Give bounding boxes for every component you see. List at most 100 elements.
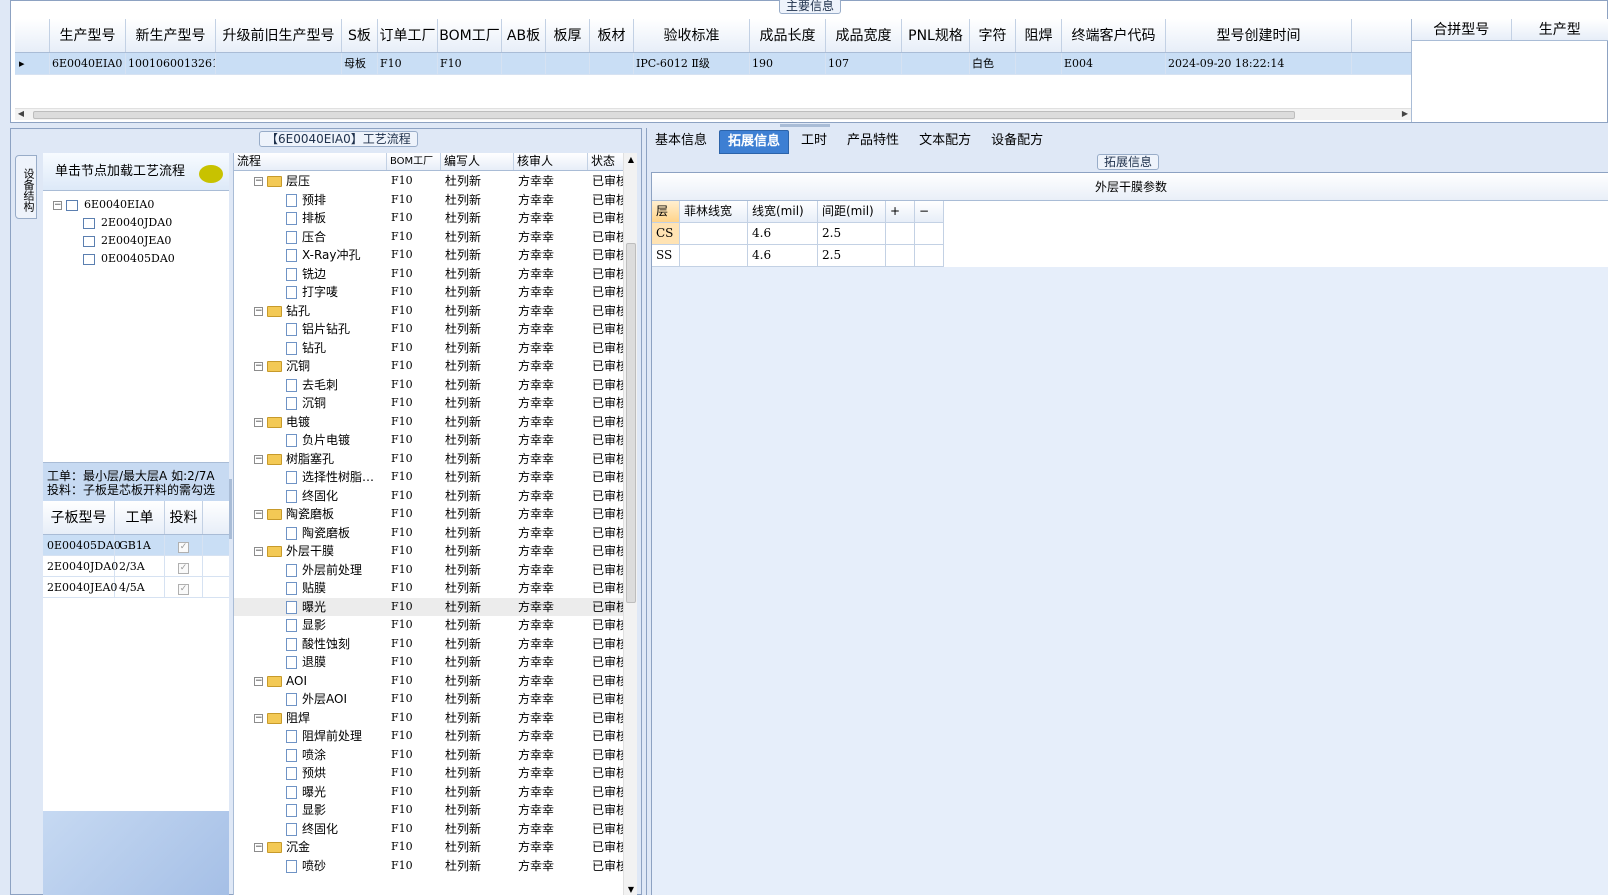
flow-step-cell[interactable]: 喷涂 (234, 746, 387, 765)
table-row[interactable]: − 树脂塞孔 F10 杜列新 方幸幸 已审核 (234, 450, 624, 469)
column-header[interactable]: 板材 (590, 19, 634, 52)
table-row[interactable]: − AOI F10 杜列新 方幸幸 已审核 (234, 672, 624, 691)
table-row[interactable]: 喷涂 F10 杜列新 方幸幸 已审核 (234, 746, 624, 765)
column-header[interactable]: 工单 (115, 501, 165, 534)
spacing-cell[interactable]: 2.5 (818, 245, 886, 267)
table-row[interactable]: CS 4.6 2.5 (652, 223, 944, 245)
table-row[interactable]: 阻焊前处理 F10 杜列新 方幸幸 已审核 (234, 727, 624, 746)
table-row[interactable]: 外层AOI F10 杜列新 方幸幸 已审核 (234, 690, 624, 709)
flow-step-cell[interactable]: − 电镀 (234, 413, 387, 432)
main-grid-cell[interactable]: 190 (750, 53, 826, 74)
column-header[interactable]: 合拼型号 (1412, 19, 1512, 40)
column-header[interactable]: 生产型 (1512, 19, 1608, 40)
table-row[interactable]: 终固化 F10 杜列新 方幸幸 已审核 (234, 487, 624, 506)
flow-step-cell[interactable]: − 沉铜 (234, 357, 387, 376)
column-header[interactable]: 状态 (588, 153, 624, 170)
flow-step-cell[interactable]: 阻焊前处理 (234, 727, 387, 746)
main-grid-cell[interactable]: 白色 (970, 53, 1016, 74)
table-row[interactable]: 曝光 F10 杜列新 方幸幸 已审核 (234, 597, 624, 616)
scroll-left-icon[interactable]: ◀ (15, 108, 27, 120)
collapse-icon[interactable]: − (254, 547, 263, 556)
table-row[interactable]: 钻孔 F10 杜列新 方幸幸 已审核 (234, 339, 624, 358)
tab-text-recipe[interactable]: 文本配方 (911, 130, 979, 154)
flow-step-cell[interactable]: 外层前处理 (234, 561, 387, 580)
flow-step-cell[interactable]: X-Ray冲孔 (234, 246, 387, 265)
scrollbar-thumb[interactable] (33, 111, 1295, 119)
main-grid-cell[interactable]: F10 (378, 53, 438, 74)
main-grid-cell[interactable] (902, 53, 970, 74)
table-row[interactable]: 终固化 F10 杜列新 方幸幸 已审核 (234, 820, 624, 839)
feed-checkbox[interactable]: ✓ (178, 563, 189, 574)
table-row[interactable]: − 外层干膜 F10 杜列新 方幸幸 已审核 (234, 542, 624, 561)
remove-cell[interactable] (915, 223, 944, 245)
flow-step-cell[interactable]: 铝片钻孔 (234, 320, 387, 339)
main-grid-cell[interactable] (546, 53, 590, 74)
feed-cell[interactable]: ✓ (165, 577, 203, 597)
flow-step-cell[interactable]: 沉铜 (234, 394, 387, 413)
tree-child-node[interactable]: 2E0040JDA0 (83, 215, 172, 231)
tree-root-node[interactable]: − 6E0040EIA0 (53, 197, 154, 213)
table-row[interactable]: X-Ray冲孔 F10 杜列新 方幸幸 已审核 (234, 246, 624, 265)
table-row[interactable]: 酸性蚀刻 F10 杜列新 方幸幸 已审核 (234, 635, 624, 654)
main-grid-cell[interactable] (502, 53, 546, 74)
film-width-cell[interactable] (680, 223, 748, 245)
flow-step-cell[interactable]: 酸性蚀刻 (234, 635, 387, 654)
flow-step-cell[interactable]: 钻孔 (234, 339, 387, 358)
line-width-cell[interactable]: 4.6 (748, 245, 818, 267)
collapse-icon[interactable]: − (254, 510, 263, 519)
flow-step-cell[interactable]: 排板 (234, 209, 387, 228)
collapse-icon[interactable]: − (254, 454, 263, 464)
table-row[interactable]: 陶瓷磨板 F10 杜列新 方幸幸 已审核 (234, 524, 624, 543)
column-header[interactable]: 菲林线宽 (680, 201, 748, 223)
collapse-icon[interactable]: − (254, 417, 263, 427)
tree-child-node[interactable]: 2E0040JEA0 (83, 233, 171, 249)
column-header[interactable]: 成品长度 (750, 19, 826, 52)
tab-work-hours[interactable]: 工时 (793, 130, 835, 154)
scrollbar-thumb[interactable] (626, 243, 636, 603)
table-row[interactable]: ▸ 6E0040EIA010010600132619母板F10F10IPC-60… (15, 53, 1411, 75)
checkbox[interactable] (83, 217, 95, 229)
remove-cell[interactable] (915, 245, 944, 267)
column-header[interactable]: 成品宽度 (826, 19, 902, 52)
main-grid-cell[interactable]: 6E0040EIA0 (50, 53, 126, 74)
child-order-cell[interactable]: 2/3A (115, 556, 165, 576)
flow-step-cell[interactable]: 陶瓷磨板 (234, 524, 387, 543)
table-row[interactable]: 显影 F10 杜列新 方幸幸 已审核 (234, 616, 624, 635)
column-header[interactable]: 线宽(mil) (748, 201, 818, 223)
flow-step-cell[interactable]: − 钻孔 (234, 302, 387, 321)
table-row[interactable]: 去毛刺 F10 杜列新 方幸幸 已审核 (234, 376, 624, 395)
column-header[interactable]: 层 (652, 201, 680, 223)
flow-step-cell[interactable]: 选择性树脂… (234, 468, 387, 487)
checkbox[interactable] (83, 253, 95, 265)
main-grid-cell[interactable]: 2024-09-20 18:22:14 (1166, 53, 1352, 74)
main-grid-cell[interactable]: E004 (1062, 53, 1166, 74)
child-order-cell[interactable]: 4/5A (115, 577, 165, 597)
table-row[interactable]: 铣边 F10 杜列新 方幸幸 已审核 (234, 265, 624, 284)
checkbox[interactable] (66, 199, 78, 211)
column-header[interactable]: 升级前旧生产型号 (216, 19, 342, 52)
table-row[interactable]: 压合 F10 杜列新 方幸幸 已审核 (234, 228, 624, 247)
spacing-cell[interactable]: 2.5 (818, 223, 886, 245)
column-header[interactable]: 订单工厂 (378, 19, 438, 52)
collapse-icon[interactable]: − (254, 306, 263, 316)
checkbox[interactable] (83, 235, 95, 247)
column-header[interactable]: 阻焊 (1016, 19, 1062, 52)
main-grid-cell[interactable] (1016, 53, 1062, 74)
column-header[interactable]: 生产型号 (50, 19, 126, 52)
feed-cell[interactable]: ✓ (165, 556, 203, 576)
flow-step-cell[interactable]: 曝光 (234, 783, 387, 802)
flow-step-cell[interactable]: − AOI (234, 672, 387, 691)
tab-product-features[interactable]: 产品特性 (839, 130, 907, 154)
column-header[interactable]: 字符 (970, 19, 1016, 52)
feed-checkbox[interactable]: ✓ (178, 584, 189, 595)
main-grid-cell[interactable]: 107 (826, 53, 902, 74)
table-row[interactable]: 显影 F10 杜列新 方幸幸 已审核 (234, 801, 624, 820)
column-header[interactable]: 板厚 (546, 19, 590, 52)
main-grid-cell[interactable]: 母板 (342, 53, 378, 74)
main-grid-cell[interactable]: IPC-6012 Ⅱ级 (634, 53, 750, 74)
horizontal-splitter-grip[interactable] (780, 124, 830, 127)
flow-step-cell[interactable]: 终固化 (234, 487, 387, 506)
column-header[interactable]: AB板 (502, 19, 546, 52)
table-row[interactable]: 排板 F10 杜列新 方幸幸 已审核 (234, 209, 624, 228)
line-width-cell[interactable]: 4.6 (748, 223, 818, 245)
